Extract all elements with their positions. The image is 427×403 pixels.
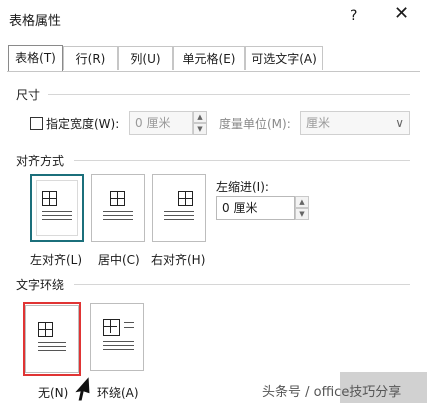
left-indent-input[interactable]: 0 厘米 <box>216 196 295 220</box>
wrap-around-label: 环绕(A) <box>97 386 139 400</box>
text-line <box>103 349 134 350</box>
measure-unit-value: 厘米 <box>306 116 331 130</box>
align-right-label: 右对齐(H) <box>151 253 206 267</box>
chevron-down-icon: ∨ <box>395 116 404 130</box>
width-spin-down[interactable]: ▼ <box>193 123 207 135</box>
text-wrap-section-title: 文字环绕 <box>16 278 65 292</box>
title-bar: 表格属性 ? ✕ <box>0 0 427 36</box>
width-spin-up[interactable]: ▲ <box>193 111 207 123</box>
wrap-around-option[interactable] <box>90 303 144 371</box>
tab-divider <box>7 71 420 72</box>
size-section-title: 尺寸 <box>16 88 41 102</box>
text-wrap-divider <box>74 284 410 285</box>
text-line <box>164 211 194 212</box>
text-line <box>103 219 133 220</box>
text-line <box>42 219 72 220</box>
tab-alt-text[interactable]: 可选文字(A) <box>245 46 323 70</box>
text-line <box>164 219 194 220</box>
tab-cell-label: 单元格(E) <box>182 52 236 66</box>
highlight-box <box>23 302 81 376</box>
table-icon <box>178 191 193 206</box>
text-line <box>124 327 134 328</box>
tab-cell[interactable]: 单元格(E) <box>173 46 245 70</box>
tab-row-label: 行(R) <box>75 52 106 66</box>
alignment-divider <box>74 160 410 161</box>
align-left-option[interactable] <box>30 174 84 242</box>
measure-unit-select[interactable]: 厘米 ∨ <box>300 111 410 135</box>
measure-unit-label: 度量单位(M): <box>219 117 291 131</box>
tab-alt-text-label: 可选文字(A) <box>251 52 317 66</box>
align-center-label: 居中(C) <box>98 253 140 267</box>
align-right-option[interactable] <box>152 174 206 242</box>
text-line <box>42 211 72 212</box>
left-indent-label: 左缩进(I): <box>216 180 269 194</box>
align-center-option[interactable] <box>91 174 145 242</box>
table-icon <box>103 319 120 336</box>
dialog-title: 表格属性 <box>9 14 62 29</box>
size-divider <box>48 94 410 95</box>
text-line <box>103 215 133 216</box>
width-input[interactable]: 0 厘米 <box>129 111 193 135</box>
table-icon <box>42 191 57 206</box>
preferred-width-checkbox[interactable] <box>30 117 43 130</box>
text-line <box>42 215 72 216</box>
text-line <box>103 341 134 342</box>
text-line <box>164 215 194 216</box>
tab-column[interactable]: 列(U) <box>118 46 173 70</box>
mouse-pointer-icon <box>72 374 91 402</box>
alignment-section-title: 对齐方式 <box>16 154 65 168</box>
align-left-label: 左对齐(L) <box>30 253 83 267</box>
text-line <box>124 322 134 323</box>
tab-row[interactable]: 行(R) <box>63 46 118 70</box>
close-button[interactable]: ✕ <box>394 4 409 24</box>
indent-spin-down[interactable]: ▼ <box>295 208 309 220</box>
preferred-width-label: 指定宽度(W): <box>46 117 120 131</box>
help-button[interactable]: ? <box>350 8 357 24</box>
tab-table[interactable]: 表格(T) <box>8 45 63 72</box>
text-line <box>103 211 133 212</box>
watermark-text: 头条号 / office技巧分享 <box>262 385 402 400</box>
tab-column-label: 列(U) <box>130 52 161 66</box>
text-line <box>103 345 134 346</box>
selection-highlight <box>36 180 78 236</box>
table-icon <box>110 191 125 206</box>
wrap-none-label: 无(N) <box>38 386 69 400</box>
indent-spin-up[interactable]: ▲ <box>295 196 309 208</box>
tab-table-label: 表格(T) <box>15 51 56 65</box>
